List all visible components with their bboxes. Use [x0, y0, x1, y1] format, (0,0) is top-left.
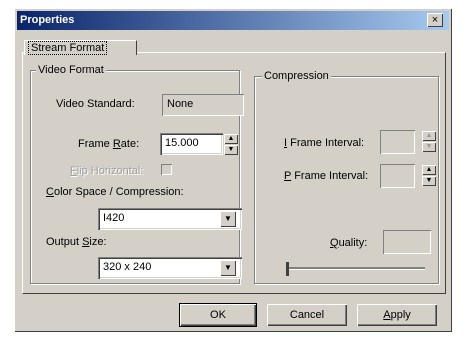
quality-slider-track[interactable]: [288, 267, 425, 270]
i-frame-up-button[interactable]: ▲: [422, 131, 436, 141]
p-frame-interval-label: P Frame Interval:: [284, 170, 369, 182]
output-size-dropdown-button[interactable]: ▼: [220, 260, 236, 276]
quality-slider-thumb[interactable]: [286, 262, 289, 276]
compression-legend: Compression: [262, 70, 331, 82]
frame-rate-up-button[interactable]: ▲: [224, 134, 238, 144]
ok-button[interactable]: OK: [179, 303, 257, 327]
flip-horizontal-checkbox[interactable]: [161, 164, 172, 175]
p-frame-down-button[interactable]: ▼: [422, 176, 436, 186]
cancel-button[interactable]: Cancel: [267, 304, 347, 326]
color-space-dropdown-button[interactable]: ▼: [220, 211, 236, 227]
frame-rate-down-button[interactable]: ▼: [224, 145, 238, 155]
apply-button[interactable]: Apply: [357, 304, 437, 326]
p-frame-interval-field: [380, 164, 415, 188]
frame-rate-input[interactable]: 15.000: [160, 133, 223, 155]
video-standard-field: None: [162, 94, 244, 116]
frame-rate-label: Frame Rate:: [78, 138, 140, 150]
p-frame-up-button[interactable]: ▲: [422, 165, 436, 175]
tab-stream-format[interactable]: Stream Format: [24, 40, 137, 55]
i-frame-interval-label: I Frame Interval:: [284, 137, 365, 149]
quality-field: [383, 230, 431, 254]
video-format-legend: Video Format: [36, 64, 106, 76]
i-frame-interval-field: [380, 130, 415, 154]
video-standard-label: Video Standard:: [56, 98, 135, 110]
tab-label: Stream Format: [28, 41, 108, 55]
output-size-label: Output Size:: [46, 236, 107, 248]
flip-horizontal-label: Flip Horizontal:: [70, 165, 144, 177]
color-space-label: Color Space / Compression:: [46, 186, 184, 198]
i-frame-down-button[interactable]: ▼: [422, 142, 436, 152]
quality-label: Quality:: [330, 237, 368, 249]
title-bar[interactable]: [17, 11, 449, 30]
dialog-title: Properties: [20, 14, 75, 26]
close-button[interactable]: ×: [427, 13, 443, 27]
